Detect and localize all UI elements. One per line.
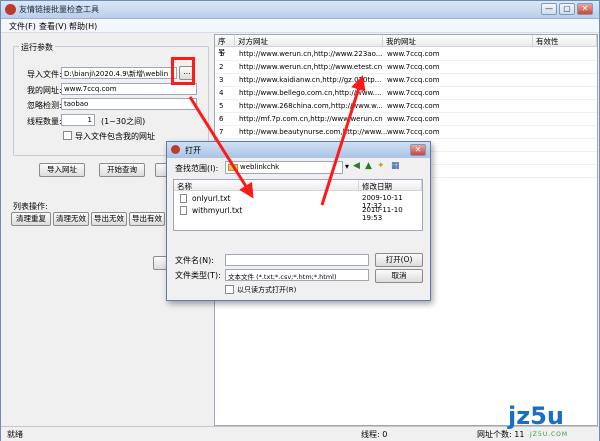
arrow-to-file-list <box>188 96 254 199</box>
watermark-brand: jz5u <box>508 402 564 430</box>
watermark-domain: JZ5U.COM <box>530 431 569 438</box>
annotation-arrows <box>188 75 366 206</box>
arrow-to-result-list <box>320 75 366 206</box>
watermark-logo: jz5u JZ5U.COM <box>508 402 596 438</box>
